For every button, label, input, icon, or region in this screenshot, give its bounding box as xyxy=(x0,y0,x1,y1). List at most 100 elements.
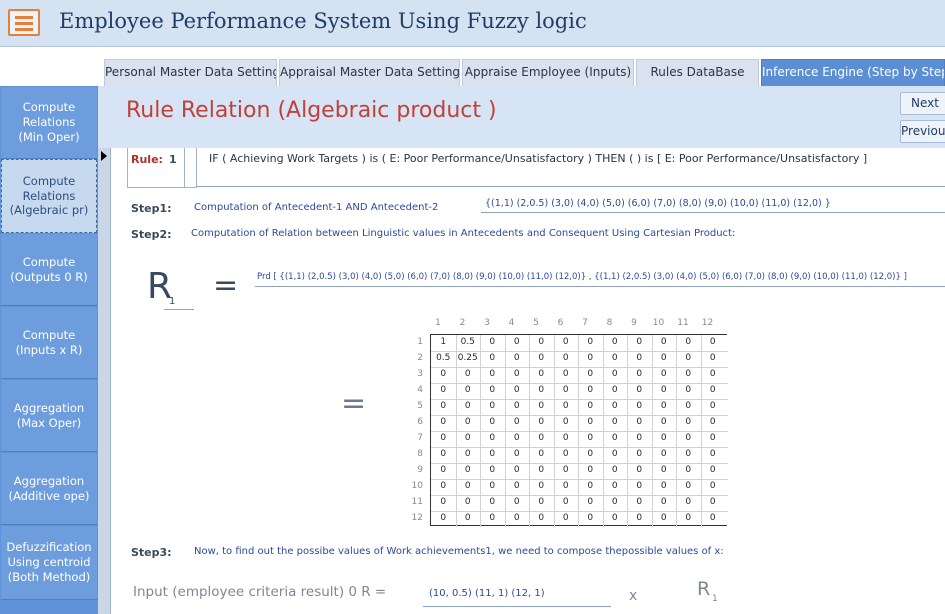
step2-description: Computation of Relation between Linguist… xyxy=(191,228,736,239)
next-button[interactable]: Next xyxy=(900,92,945,115)
matrix-cell: 0 xyxy=(636,449,643,459)
matrix-row-header: 9 xyxy=(417,465,423,475)
matrix-cell: 0 xyxy=(611,401,618,411)
matrix-cell: 0 xyxy=(611,353,618,363)
matrix-cell: 0 xyxy=(685,353,692,363)
form-icon xyxy=(8,9,40,36)
matrix-cell: 0 xyxy=(562,513,569,523)
matrix-cell: 0 xyxy=(685,385,692,395)
matrix-cell: 0 xyxy=(464,513,471,523)
matrix-cell: 0 xyxy=(489,513,496,523)
matrix-cell: 0 xyxy=(513,385,520,395)
matrix-cell: 0 xyxy=(513,465,520,475)
tab-appraisal-master-data[interactable]: Appraisal Master Data Setting xyxy=(279,59,460,86)
matrix-cell: 0 xyxy=(513,417,520,427)
matrix-cell: 0 xyxy=(587,449,594,459)
step1-value-field[interactable]: {(1,1) (2,0.5) (3,0) (4,0) (5,0) (6,0) (… xyxy=(485,198,831,209)
matrix-cell: 0 xyxy=(489,497,496,507)
cross-symbol: x xyxy=(629,588,638,604)
matrix-cell: 0 xyxy=(611,417,618,427)
page-title: Rule Relation (Algebraic product ) xyxy=(126,98,497,123)
matrix-cell: 0 xyxy=(611,513,618,523)
matrix-cell: 0 xyxy=(636,385,643,395)
relation-sub-underline xyxy=(164,309,194,310)
matrix-cell: 0 xyxy=(489,433,496,443)
input-value-field[interactable]: (10, 0.5) (11, 1) (12, 1) xyxy=(429,588,545,599)
nav-defuzzification[interactable]: Defuzzification Using centroid (Both Met… xyxy=(1,526,97,600)
nav-compute-relations-algebraic[interactable]: Compute Relations (Algebraic pr) xyxy=(1,159,97,233)
nav-aggregation-max[interactable]: Aggregation (Max Oper) xyxy=(1,380,97,452)
matrix-cell: 0 xyxy=(562,353,569,363)
nav-compute-relations-min[interactable]: Compute Relations (Min Oper) xyxy=(1,87,97,159)
input-underline xyxy=(423,606,611,607)
form-header: Rule Relation (Algebraic product ) Next … xyxy=(98,86,945,148)
matrix-cell: 0 xyxy=(513,497,520,507)
matrix-cell: 0 xyxy=(440,401,447,411)
matrix-col-header: 9 xyxy=(631,318,637,328)
matrix-cell: 0 xyxy=(587,385,594,395)
matrix-cell: 0 xyxy=(636,465,643,475)
matrix-cell: 0 xyxy=(538,481,545,491)
matrix-cell: 0 xyxy=(709,353,716,363)
matrix-cell: 0 xyxy=(440,497,447,507)
matrix-cell: 0 xyxy=(513,449,520,459)
matrix-cell: 1 xyxy=(440,337,447,347)
tab-inference-engine[interactable]: Inference Engine (Step by Step) xyxy=(761,59,945,86)
previous-button[interactable]: Previous xyxy=(900,120,945,143)
nav-aggregation-additive[interactable]: Aggregation (Additive ope) xyxy=(1,453,97,525)
matrix-cell: 0 xyxy=(538,465,545,475)
matrix-row-header: 4 xyxy=(417,385,423,395)
matrix-cell: 0 xyxy=(611,465,618,475)
matrix-cell: 0 xyxy=(660,353,667,363)
matrix-cell: 0 xyxy=(489,337,496,347)
matrix-cell: 0 xyxy=(685,369,692,379)
relation-prd-field[interactable]: Prd [ {(1,1) (2,0.5) (3,0) (4,0) (5,0) (… xyxy=(257,272,907,282)
matrix-cell: 0 xyxy=(611,481,618,491)
matrix-cell: 0.5 xyxy=(436,353,451,363)
matrix-cell: 0 xyxy=(464,401,471,411)
r-subscript: 1 xyxy=(712,594,718,604)
matrix-cell: 0 xyxy=(489,417,496,427)
matrix-cell: 0 xyxy=(660,481,667,491)
matrix-row-header: 5 xyxy=(417,401,423,411)
nav-compute-inputs-x-r[interactable]: Compute (Inputs x R) xyxy=(1,307,97,379)
matrix-cell: 0 xyxy=(709,513,716,523)
matrix-cell: 0 xyxy=(440,385,447,395)
matrix-cell: 0 xyxy=(587,513,594,523)
matrix-cell: 0 xyxy=(611,369,618,379)
record-selector[interactable] xyxy=(98,148,111,614)
matrix-cell: 0 xyxy=(562,369,569,379)
matrix-cell: 0 xyxy=(513,433,520,443)
matrix-cell: 0 xyxy=(611,449,618,459)
nav-compute-outputs-o-r[interactable]: Compute (Outputs 0 R) xyxy=(1,234,97,306)
matrix-cell: 0 xyxy=(538,353,545,363)
matrix-cell: 0 xyxy=(538,369,545,379)
tab-appraise-employee[interactable]: Appraise Employee (Inputs) xyxy=(462,59,634,86)
matrix-cell: 0 xyxy=(685,497,692,507)
matrix-cell: 0 xyxy=(464,449,471,459)
matrix-cell: 0 xyxy=(513,401,520,411)
matrix-col-header: 12 xyxy=(701,318,714,328)
matrix-cell: 0 xyxy=(660,433,667,443)
tab-personal-master-data[interactable]: Personal Master Data Setting xyxy=(104,59,277,86)
matrix-cell: 0 xyxy=(611,385,618,395)
matrix-cell: 0 xyxy=(464,417,471,427)
tab-rules-database[interactable]: Rules DataBase xyxy=(636,59,759,86)
matrix-cell: 0 xyxy=(587,417,594,427)
matrix-cell: 0 xyxy=(636,433,643,443)
matrix-cell: 0 xyxy=(709,337,716,347)
matrix-cell: 0 xyxy=(489,353,496,363)
matrix-col-header: 4 xyxy=(508,318,515,328)
matrix-grid: 1 0.5 0 0 0 0 0 0 0 0 0 0 0.5 0.25 0 0 0 0 0 0 0 0 0 0 0 0 0 0 0 0 0 0 0… xyxy=(430,334,728,527)
step1-label: Step1: xyxy=(131,202,172,215)
step3-description: Now, to find out the possibe values of W… xyxy=(194,546,724,557)
matrix-row-header: 6 xyxy=(417,417,423,427)
matrix-cell: 0 xyxy=(709,417,716,427)
matrix-row-header: 11 xyxy=(411,497,423,507)
matrix-row-divider xyxy=(431,415,728,416)
matrix-cell: 0 xyxy=(562,497,569,507)
matrix-cell: 0 xyxy=(611,433,618,443)
matrix-cell: 0 xyxy=(636,513,643,523)
matrix-col-header: 5 xyxy=(533,318,539,328)
matrix-row-header: 8 xyxy=(417,449,423,459)
